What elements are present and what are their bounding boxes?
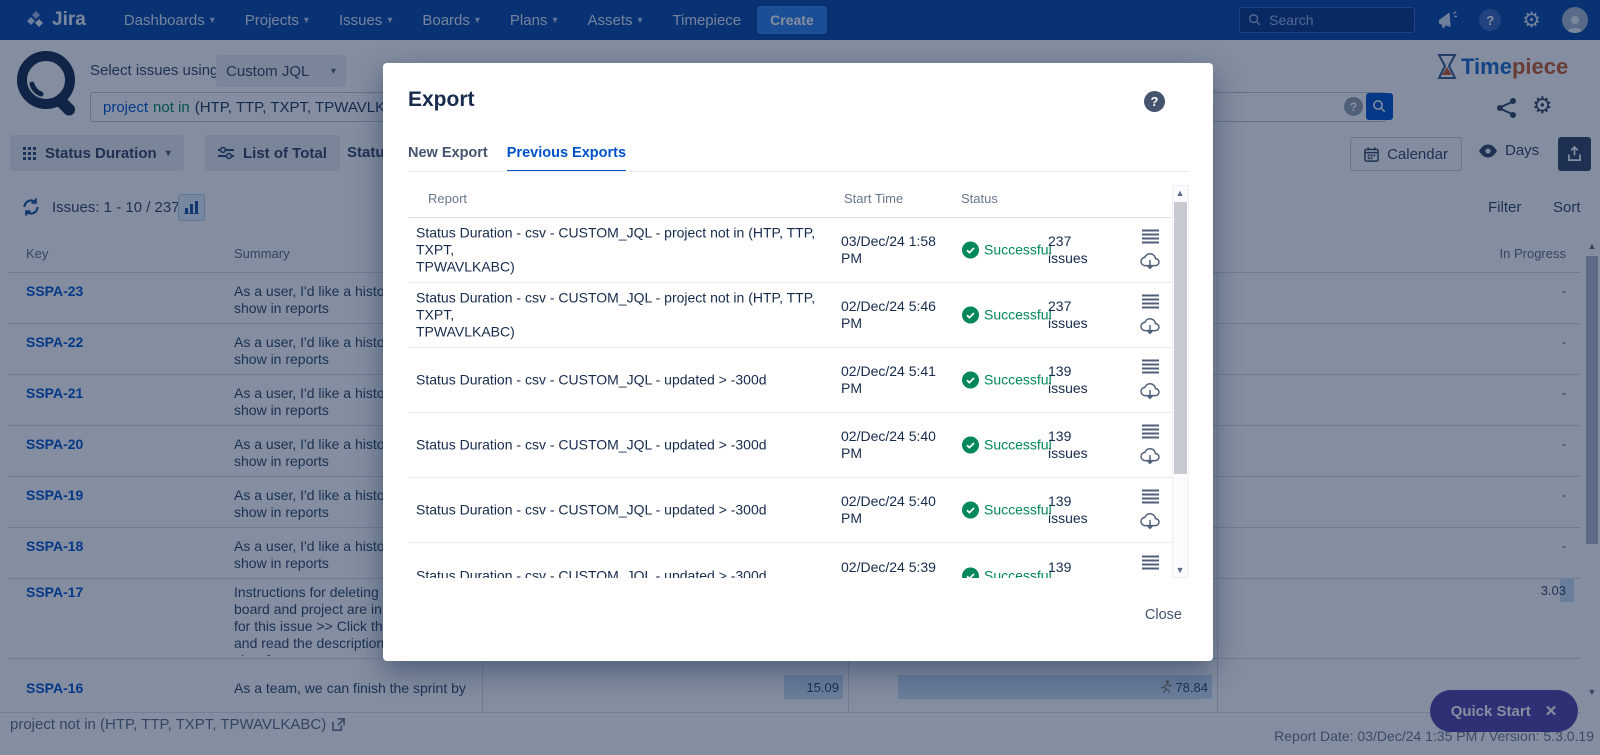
export-report-name: Status Duration - csv - CUSTOM_JQL - upd… [416, 567, 816, 578]
export-row-actions [1139, 230, 1161, 271]
export-row: Status Duration - csv - CUSTOM_JQL - upd… [408, 478, 1174, 543]
export-report-name: Status Duration - csv - CUSTOM_JQL - pro… [416, 290, 816, 341]
column-header-start-time: Start Time [844, 191, 903, 206]
export-start-time: 02/Dec/24 5:40 PM [841, 493, 951, 527]
column-header-status: Status [961, 191, 998, 206]
column-header-report: Report [428, 191, 467, 206]
export-report-name: Status Duration - csv - CUSTOM_JQL - pro… [416, 225, 816, 276]
export-issue-count: 139 issues [1048, 363, 1100, 397]
export-start-time: 02/Dec/24 5:41 PM [841, 363, 951, 397]
export-row: Status Duration - csv - CUSTOM_JQL - upd… [408, 543, 1174, 578]
export-status: Successful [984, 242, 1052, 259]
details-menu-icon[interactable] [1142, 230, 1159, 244]
tab-previous-exports[interactable]: Previous Exports [507, 145, 626, 172]
export-status: Successful [984, 437, 1052, 454]
exports-scrollbar-thumb[interactable] [1174, 202, 1187, 474]
export-row-actions [1139, 295, 1161, 336]
export-row: Status Duration - csv - CUSTOM_JQL - pro… [408, 218, 1174, 283]
export-report-name: Status Duration - csv - CUSTOM_JQL - upd… [416, 502, 816, 519]
export-start-time: 02/Dec/24 5:40 PM [841, 428, 951, 462]
export-report-name: Status Duration - csv - CUSTOM_JQL - upd… [416, 372, 816, 389]
cloud-download-icon[interactable] [1139, 252, 1161, 271]
success-check-icon [962, 567, 979, 578]
export-issue-count: 237 issues [1048, 233, 1100, 267]
export-issue-count: 139 issues [1048, 493, 1100, 527]
details-menu-icon[interactable] [1142, 295, 1159, 309]
details-menu-icon[interactable] [1142, 425, 1159, 439]
export-modal: Export ? New Export Previous Exports Rep… [383, 63, 1213, 661]
cloud-download-icon[interactable] [1139, 447, 1161, 466]
scroll-up-icon[interactable]: ▲ [1172, 188, 1188, 198]
success-check-icon [962, 242, 979, 259]
cloud-download-icon[interactable] [1139, 577, 1161, 578]
modal-help-icon[interactable]: ? [1144, 91, 1165, 112]
export-issue-count: 139 issues [1048, 428, 1100, 462]
success-check-icon [962, 502, 979, 519]
export-report-name: Status Duration - csv - CUSTOM_JQL - upd… [416, 437, 816, 454]
cloud-download-icon[interactable] [1139, 382, 1161, 401]
cloud-download-icon[interactable] [1139, 317, 1161, 336]
details-menu-icon[interactable] [1142, 490, 1159, 504]
success-check-icon [962, 307, 979, 324]
export-row-actions [1139, 360, 1161, 401]
export-issue-count: 139 issues [1048, 559, 1100, 579]
export-status: Successful [984, 567, 1052, 578]
export-status: Successful [984, 502, 1052, 519]
export-status: Successful [984, 307, 1052, 324]
exports-scroll-area: Report Start Time Status Status Duration… [408, 185, 1174, 578]
export-row: Status Duration - csv - CUSTOM_JQL - upd… [408, 348, 1174, 413]
modal-title: Export [408, 88, 475, 112]
export-row-actions [1139, 490, 1161, 531]
cloud-download-icon[interactable] [1139, 512, 1161, 531]
exports-table-header: Report Start Time Status [408, 185, 1174, 218]
tab-new-export[interactable]: New Export [408, 145, 488, 172]
export-status: Successful [984, 372, 1052, 389]
scroll-down-icon[interactable]: ▼ [1172, 565, 1188, 575]
export-issue-count: 237 issues [1048, 298, 1100, 332]
export-row-actions [1139, 425, 1161, 466]
export-start-time: 02/Dec/24 5:39 PM [841, 559, 951, 579]
success-check-icon [962, 437, 979, 454]
close-button[interactable]: Close [1145, 607, 1182, 623]
export-start-time: 03/Dec/24 1:58 PM [841, 233, 951, 267]
exports-scrollbar[interactable]: ▲ ▼ [1172, 185, 1189, 578]
export-row-actions [1139, 555, 1161, 578]
details-menu-icon[interactable] [1142, 360, 1159, 374]
export-row: Status Duration - csv - CUSTOM_JQL - pro… [408, 283, 1174, 348]
tabs-divider [408, 171, 1189, 172]
success-check-icon [962, 372, 979, 389]
export-start-time: 02/Dec/24 5:46 PM [841, 298, 951, 332]
jira-timepiece-page: Jira Dashboards▾ Projects▾ Issues▾ Board… [0, 0, 1600, 755]
details-menu-icon[interactable] [1142, 555, 1159, 569]
modal-tabs: New Export Previous Exports [408, 145, 626, 172]
export-row: Status Duration - csv - CUSTOM_JQL - upd… [408, 413, 1174, 478]
